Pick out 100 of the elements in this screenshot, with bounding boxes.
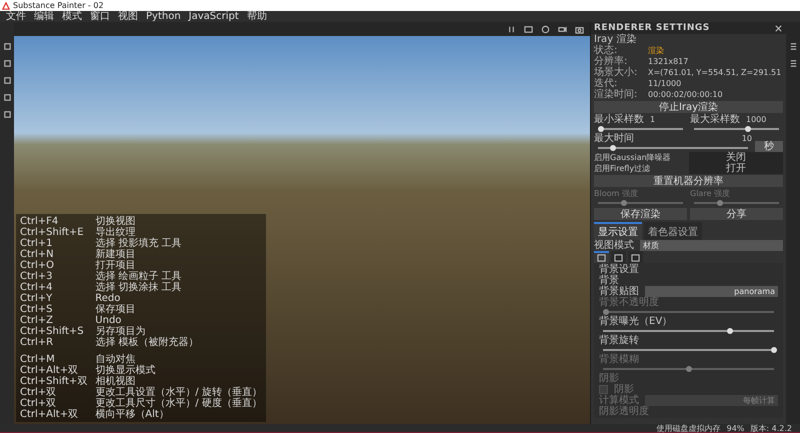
- info-value: 00:00:02/00:00:10: [648, 89, 723, 100]
- slider-label: Glare 强度: [690, 189, 730, 198]
- info-value: 1321x817: [648, 56, 688, 67]
- shortcut-action: 更改工具尺寸（水平）/ 硬度（垂直）: [95, 398, 262, 409]
- shortcut-action: Undo: [95, 315, 122, 326]
- shortcut-action: 保存项目: [95, 304, 136, 315]
- panel-icon[interactable]: [788, 42, 798, 51]
- shortcut-action: 导出纹理: [95, 227, 136, 238]
- slider-value: 10: [742, 133, 752, 144]
- shortcut-action: 选择 绘画粒子 工具: [95, 271, 183, 282]
- slider-thumb[interactable]: [744, 126, 751, 132]
- menu-item[interactable]: 编辑: [34, 11, 54, 22]
- status-message: 使用磁盘虚拟内存: [656, 422, 721, 433]
- slider-label: 背景曝光（EV）: [599, 316, 672, 327]
- slider-label: 背景模糊: [599, 354, 639, 365]
- shortcut-action: 打开项目: [95, 260, 136, 271]
- section-title: 背景设置: [599, 264, 640, 275]
- settings-tab[interactable]: 着色器设置: [644, 222, 702, 240]
- info-label: 分辨率:: [594, 56, 628, 67]
- toggle-label: 启用Gaussian降噪器: [594, 152, 672, 163]
- slider-label: 最大采样数: [690, 114, 740, 125]
- panel-icon[interactable]: [788, 59, 798, 68]
- shortcut-keys: Ctrl+S: [20, 304, 88, 315]
- app-logo-icon: [2, 2, 10, 10]
- window-title: Substance Painter - 02: [13, 1, 104, 10]
- pause-icon[interactable]: [507, 24, 516, 34]
- slider-label: Bloom 强度: [594, 189, 638, 198]
- display-icon-tab[interactable]: [611, 251, 626, 263]
- menu-item[interactable]: 窗口: [90, 11, 110, 22]
- slider-value: 1: [650, 114, 656, 125]
- menu-item[interactable]: 帮助: [246, 11, 267, 22]
- shortcut-keys: Ctrl+Z: [20, 315, 88, 326]
- shortcut-action: 新建项目: [95, 249, 136, 260]
- menu-item[interactable]: JavaScript: [188, 11, 239, 22]
- version-label: 版本: 4.2.2: [750, 422, 792, 433]
- value-field[interactable]: panorama: [645, 286, 778, 297]
- shortcut-action: Redo: [95, 293, 122, 304]
- slider-label: 最大时间: [594, 133, 634, 144]
- group-heading: 阴影: [599, 373, 620, 384]
- slider-thumb[interactable]: [620, 200, 626, 206]
- shortcut-action: 自动对焦: [95, 354, 136, 365]
- shortcut-keys: Ctrl+Alt+双: [20, 409, 88, 420]
- toggle-label: 启用Firefly过滤: [594, 163, 652, 174]
- shortcut-keys: Ctrl+双: [20, 398, 88, 409]
- shortcut-action: 选择 投影填充 工具: [95, 238, 183, 249]
- unit-dropdown[interactable]: 秒: [755, 141, 783, 152]
- share-button[interactable]: 分享: [690, 208, 783, 220]
- shortcut-keys: Ctrl+Shift+S: [20, 326, 88, 337]
- panel-title: RENDERER SETTINGS: [594, 23, 710, 33]
- shortcut-keys: Ctrl+R: [20, 337, 88, 348]
- group-heading: 阴影透明度: [599, 406, 650, 417]
- shortcut-keys: Ctrl+双: [20, 387, 88, 398]
- view-mode-dropdown[interactable]: 材质: [640, 240, 783, 251]
- info-label: 状态:: [594, 45, 618, 56]
- menu-item[interactable]: 视图: [118, 11, 138, 22]
- slider-thumb[interactable]: [610, 145, 616, 151]
- menu-item[interactable]: Python: [146, 11, 181, 22]
- slider-label: 最小采样数: [594, 114, 644, 125]
- shortcut-action: 更改工具设置（水平）/ 旋转（垂直）: [95, 387, 262, 398]
- slider-label: 背景不透明度: [599, 297, 659, 308]
- video-camera-icon[interactable]: [558, 24, 567, 34]
- shortcut-action: 横向平移（Alt）: [95, 409, 170, 420]
- camera-icon[interactable]: [575, 24, 584, 34]
- display-icon-tab[interactable]: [628, 251, 643, 263]
- toggle-value[interactable]: 打开: [689, 163, 783, 174]
- shortcut-keys: Ctrl+Shift+双: [20, 376, 88, 387]
- renderer-name: Iray 渲染: [594, 34, 638, 45]
- frame-icon[interactable]: [524, 24, 533, 34]
- field-label: 背景贴图: [599, 286, 639, 297]
- shortcut-keys: Ctrl+M: [20, 354, 88, 365]
- settings-tab[interactable]: 显示设置: [594, 222, 642, 240]
- viewport-render[interactable]: [14, 36, 590, 424]
- slider-thumb[interactable]: [598, 126, 604, 132]
- shortcut-keys: Ctrl+Shift+E: [20, 227, 88, 238]
- shortcut-keys: Ctrl+3: [20, 271, 88, 282]
- slider-thumb[interactable]: [726, 328, 733, 334]
- toggle-value[interactable]: 关闭: [689, 152, 783, 163]
- stop-render-button[interactable]: 停止Iray渲染: [594, 101, 783, 113]
- close-icon[interactable]: [774, 24, 783, 32]
- info-value: 11/1000: [648, 78, 682, 89]
- field-label: 视图模式: [594, 240, 634, 251]
- info-value: 渲染: [648, 45, 664, 56]
- slider-thumb[interactable]: [716, 200, 722, 206]
- shortcut-keys: Ctrl+N: [20, 249, 88, 260]
- globe-icon[interactable]: [541, 24, 550, 34]
- slider-value: 1000: [746, 114, 766, 125]
- menu-item[interactable]: 模式: [62, 11, 82, 22]
- display-icon-tab[interactable]: [594, 251, 609, 263]
- menu-item[interactable]: 文件: [6, 11, 26, 22]
- slider-thumb[interactable]: [771, 347, 777, 353]
- info-value: X=(761.01, Y=554.51, Z=291.51: [648, 67, 782, 78]
- shortcut-keys: Ctrl+F4: [20, 216, 88, 227]
- info-label: 迭代:: [594, 78, 618, 89]
- shortcut-action: 切换显示模式: [95, 365, 156, 376]
- reset-button[interactable]: 重置机器分辨率: [594, 175, 783, 187]
- slider-label: 背景旋转: [599, 335, 639, 346]
- save-render-button[interactable]: 保存渲染: [594, 208, 687, 220]
- info-label: 场景大小:: [594, 67, 638, 78]
- shortcut-keys: Ctrl+4: [20, 282, 88, 293]
- shortcut-action: 另存项目为: [95, 326, 146, 337]
